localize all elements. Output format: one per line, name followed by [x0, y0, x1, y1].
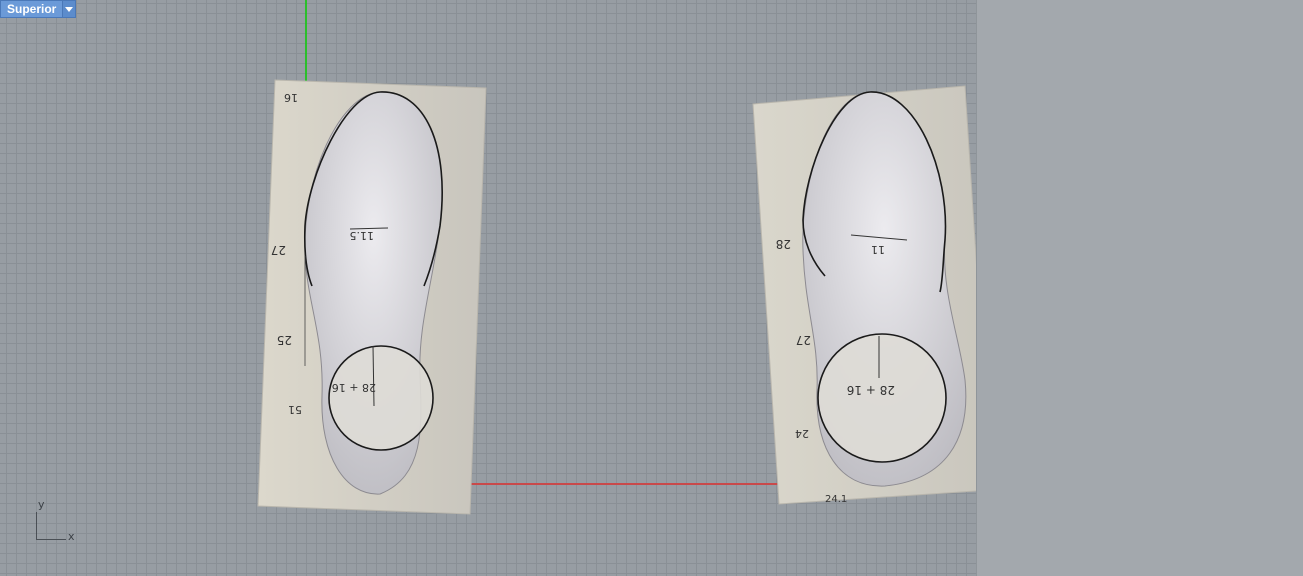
reference-image-right[interactable]: 28 27 24 11 28 + 16 24.1: [745, 80, 976, 510]
mark-top: 16: [284, 91, 298, 104]
mark-circle: 28 + 16: [847, 383, 895, 397]
viewport-title-tab[interactable]: Superior: [0, 0, 77, 18]
mark-circle: 28 + 16: [332, 381, 376, 394]
axis-indicator-x-line: [36, 539, 66, 540]
mark-middle: 27: [796, 333, 811, 347]
mark-bottom: 24.1: [825, 494, 847, 505]
mark-upper: 27: [271, 243, 286, 257]
reference-image-left[interactable]: 16 27 25 51 11.5 28 + 16: [250, 76, 495, 521]
side-panel-empty: [976, 0, 1303, 576]
mark-lower: 51: [288, 403, 302, 416]
axis-indicator: y x: [30, 498, 80, 544]
mark-center: 11.5: [350, 229, 375, 242]
mark-lower: 24: [795, 427, 809, 440]
axis-label-y: y: [38, 498, 45, 511]
mark-center: 11: [871, 243, 885, 256]
world-y-axis: [305, 0, 307, 82]
axis-indicator-y-line: [36, 512, 37, 540]
world-x-axis: [470, 483, 780, 485]
axis-label-x: x: [68, 530, 75, 543]
viewport-top[interactable]: 16 27 25 51 11.5 28 + 16 28 27 24 11 28 …: [0, 0, 976, 576]
viewport-menu-arrow-icon[interactable]: [62, 1, 76, 17]
viewport-title[interactable]: Superior: [1, 1, 62, 17]
mark-middle: 25: [277, 333, 292, 347]
mark-upper: 28: [776, 237, 791, 251]
